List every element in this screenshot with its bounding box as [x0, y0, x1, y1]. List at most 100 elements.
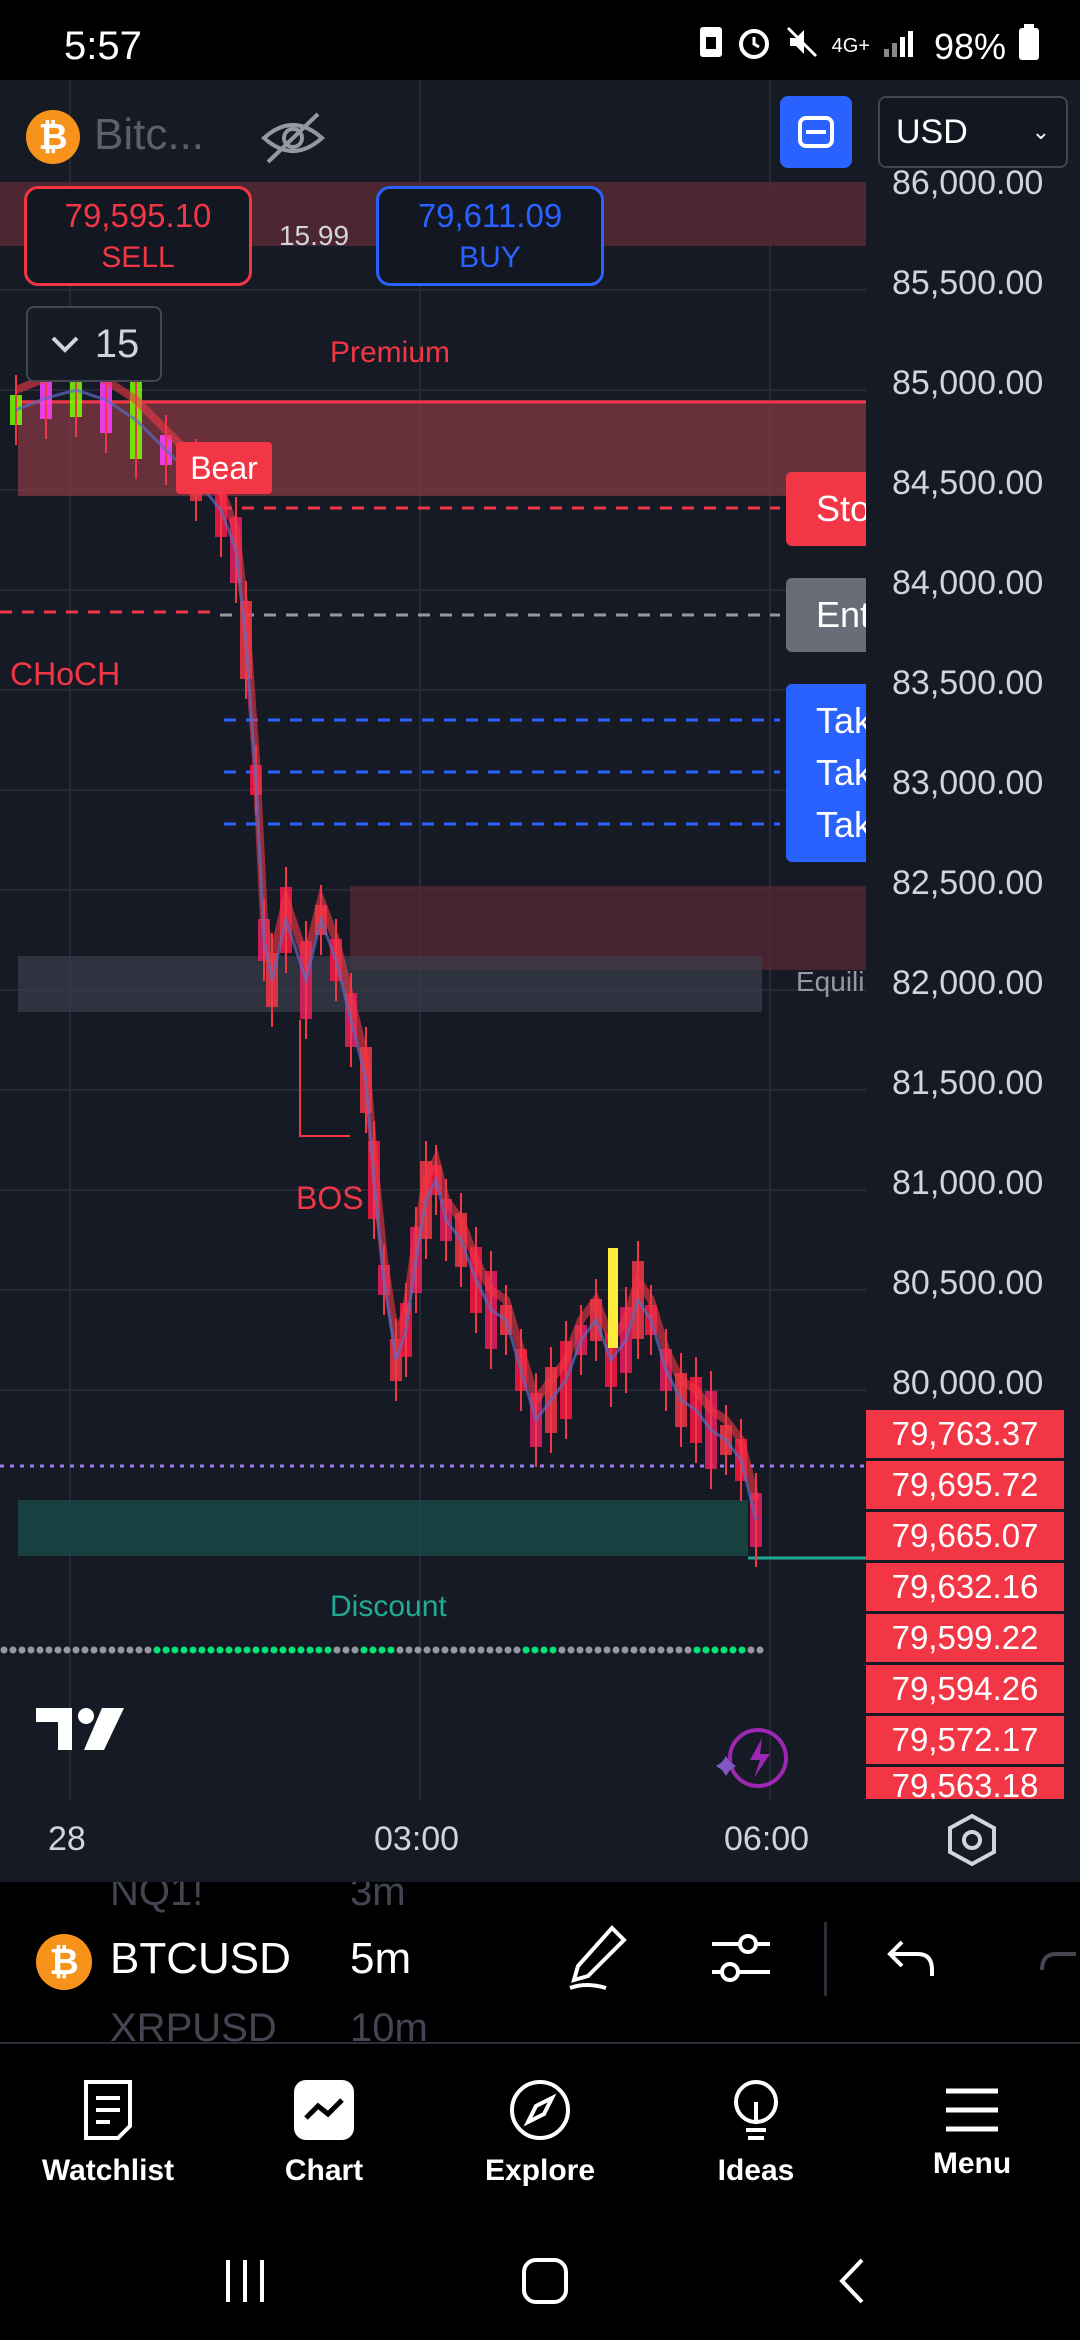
settings-hexagon-icon[interactable] [946, 1812, 998, 1873]
interval-dropdown[interactable]: 15 [26, 306, 162, 382]
momentum-dot [549, 1646, 557, 1654]
currency-select[interactable]: USD ⌄ [878, 96, 1068, 168]
momentum-dots [0, 1646, 764, 1654]
discount-label: Discount [330, 1590, 447, 1623]
momentum-dot [81, 1646, 89, 1654]
momentum-dot [27, 1646, 35, 1654]
hide-eye-icon[interactable] [258, 108, 328, 168]
momentum-dot [36, 1646, 44, 1654]
home-icon[interactable] [520, 2256, 570, 2311]
momentum-dot [261, 1646, 269, 1654]
entry-label[interactable]: Ent [786, 578, 866, 652]
momentum-dot [72, 1646, 80, 1654]
price-tag: 79,632.16 [866, 1563, 1064, 1613]
equilibrium-label: Equili [796, 966, 865, 997]
momentum-dot [612, 1646, 620, 1654]
sell-label: SELL [101, 241, 175, 274]
nav-label: Ideas [717, 2154, 795, 2187]
price-axis-label: 80,500.00 [892, 1264, 1044, 1302]
momentum-dot [117, 1646, 125, 1654]
momentum-dot [45, 1646, 53, 1654]
momentum-dot [342, 1646, 350, 1654]
nav-ideas[interactable]: Ideas [648, 2044, 864, 2222]
nav-explore[interactable]: Explore [432, 2044, 648, 2222]
buy-button[interactable]: 79,611.09 BUY [376, 186, 604, 286]
price-axis-label: 84,500.00 [892, 464, 1044, 502]
momentum-dot [243, 1646, 251, 1654]
symbol-name[interactable]: Bitc... [94, 110, 204, 160]
bitcoin-icon: ₿ [26, 110, 80, 164]
price-axis-label: 85,500.00 [892, 264, 1044, 302]
momentum-dot [18, 1646, 26, 1654]
time-axis[interactable]: 28 03:00 06:00 [0, 1800, 1080, 1882]
momentum-dot [558, 1646, 566, 1654]
undo-icon[interactable] [884, 1934, 938, 1989]
stop-loss-label[interactable]: Sto [786, 472, 866, 546]
momentum-dot [693, 1646, 701, 1654]
momentum-dot [684, 1646, 692, 1654]
nav-watchlist[interactable]: Watchlist [0, 2044, 216, 2222]
momentum-dot [639, 1646, 647, 1654]
nav-label: Watchlist [41, 2154, 175, 2187]
nav-chart[interactable]: Chart [216, 2044, 432, 2222]
momentum-dot [495, 1646, 503, 1654]
price-axis-label: 82,000.00 [892, 964, 1044, 1002]
momentum-dot [450, 1646, 458, 1654]
momentum-dot [720, 1646, 728, 1654]
battery-level: 98% [933, 25, 1006, 67]
momentum-dot [675, 1646, 683, 1654]
momentum-dot [90, 1646, 98, 1654]
take-profit-3-label[interactable]: Tak [786, 788, 866, 862]
momentum-dot [477, 1646, 485, 1654]
momentum-dot [621, 1646, 629, 1654]
toolbar-symbol[interactable]: BTCUSD [110, 1934, 291, 1984]
timeframe-scroll-below: 10m [350, 2006, 428, 2042]
momentum-dot [756, 1646, 764, 1654]
price-tag: 79,563.18 [866, 1767, 1064, 1801]
momentum-dot [252, 1646, 260, 1654]
nav-menu[interactable]: Menu [864, 2044, 1080, 2222]
time-axis-label: 03:00 [374, 1820, 460, 1858]
price-axis-label: 81,000.00 [892, 1164, 1044, 1202]
fullscreen-button[interactable] [780, 96, 852, 168]
redo-icon[interactable] [1036, 1934, 1080, 1989]
alarm-icon [736, 24, 772, 69]
momentum-dot [522, 1646, 530, 1654]
sell-button[interactable]: 79,595.10 SELL [24, 186, 252, 286]
tradingview-logo [32, 1702, 132, 1761]
battery-icon [1018, 24, 1040, 69]
momentum-dot [180, 1646, 188, 1654]
momentum-dot [279, 1646, 287, 1654]
price-axis-label: 81,500.00 [892, 1064, 1044, 1102]
chart-toolbar: NQ1! 3m ₿ BTCUSD 5m XRPUSD 10m [0, 1882, 1080, 2042]
momentum-dot [288, 1646, 296, 1654]
momentum-dot [99, 1646, 107, 1654]
momentum-dot [207, 1646, 215, 1654]
momentum-dot [378, 1646, 386, 1654]
price-axis-label: 83,000.00 [892, 764, 1044, 802]
toolbar-timeframe[interactable]: 5m [350, 1934, 411, 1984]
momentum-dot [9, 1646, 17, 1654]
drawing-pencil-icon[interactable] [566, 1922, 630, 1999]
status-icons: 4G+ 98% [698, 24, 1040, 69]
symbol-scroll-below: XRPUSD [110, 2006, 277, 2042]
price-tag: 79,599.22 [866, 1614, 1064, 1664]
lightning-icon[interactable] [712, 1726, 792, 1790]
momentum-dot [513, 1646, 521, 1654]
momentum-dot [351, 1646, 359, 1654]
recent-apps-icon[interactable] [220, 2256, 270, 2311]
price-axis[interactable]: 86,000.00 85,500.00 85,000.00 84,500.00 … [866, 80, 1080, 1801]
system-navigation [0, 2220, 1080, 2340]
bear-label: Bear [176, 442, 272, 494]
momentum-dot [225, 1646, 233, 1654]
momentum-dot [576, 1646, 584, 1654]
momentum-dot [468, 1646, 476, 1654]
back-icon[interactable] [832, 2256, 872, 2311]
buy-price: 79,611.09 [417, 197, 563, 234]
momentum-dot [432, 1646, 440, 1654]
chevron-down-icon [51, 336, 79, 353]
bos-label: BOS [296, 1180, 364, 1216]
indicators-sliders-icon[interactable] [708, 1928, 774, 1993]
premium-label: Premium [330, 336, 451, 369]
spread-value: 15.99 [278, 220, 350, 251]
